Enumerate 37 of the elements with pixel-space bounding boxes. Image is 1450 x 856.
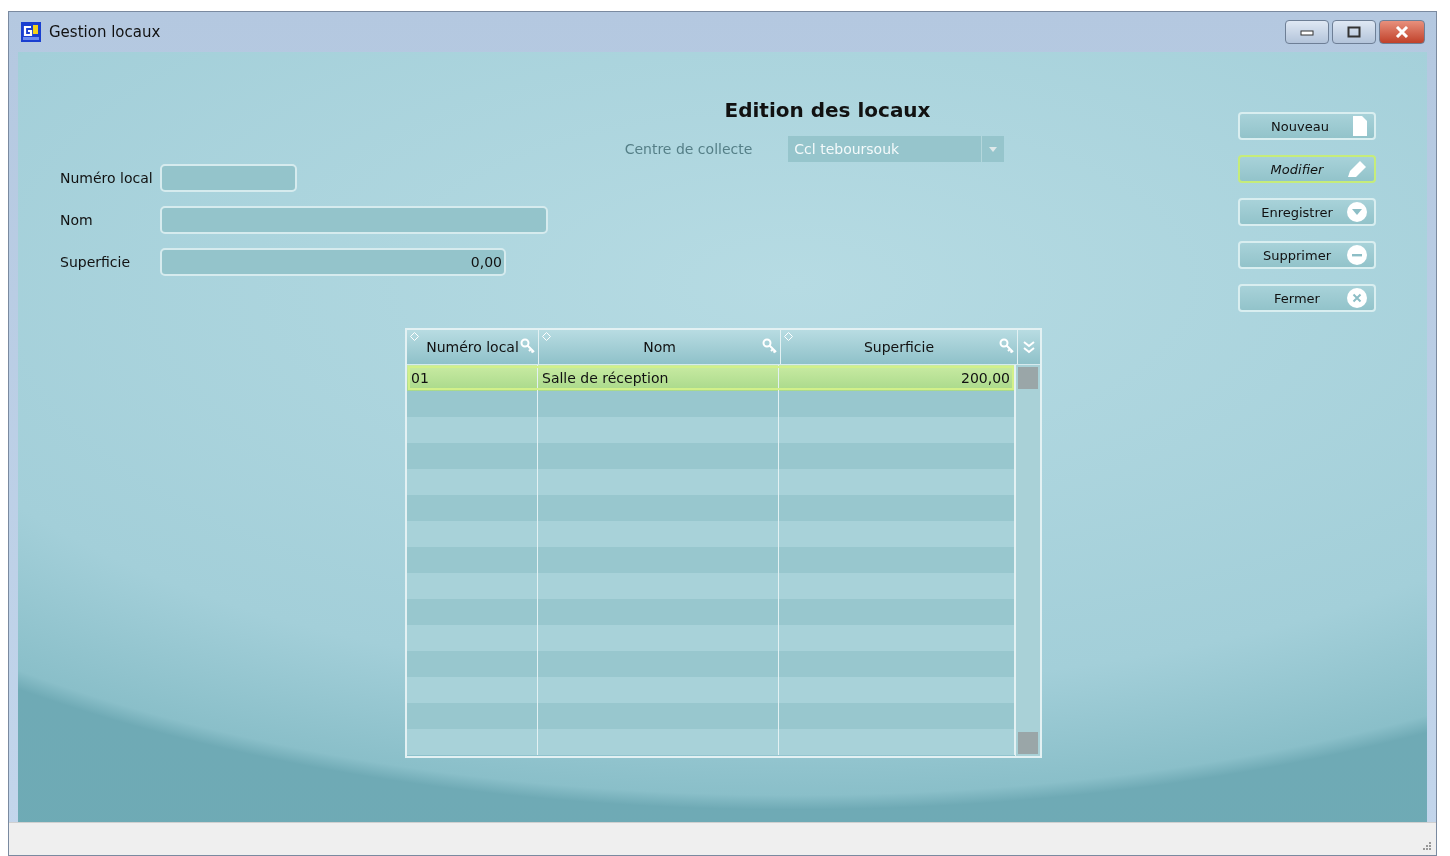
down-circle-icon [1346,201,1368,223]
diamond-icon [542,332,551,341]
close-icon [1394,26,1410,38]
double-chevron-icon [1023,340,1035,354]
key-icon [762,338,778,354]
diamond-icon [784,332,793,341]
action-button[interactable]: Modifier [1238,155,1376,183]
minus-circle-icon [1346,244,1368,266]
table-row[interactable]: 01 Salle de réception 200,00 [407,365,1015,391]
column-header[interactable]: Numéro local [407,330,539,364]
app-logo-icon [21,22,41,42]
action-button[interactable]: Enregistrer [1238,198,1376,226]
window-title: Gestion locaux [49,23,161,41]
action-button[interactable]: Nouveau [1238,112,1376,140]
column-header[interactable]: Superficie [781,330,1018,364]
input-field[interactable] [160,206,548,234]
maximize-icon [1347,26,1361,38]
form-heading: Edition des locaux [724,98,931,122]
pencil-icon [1346,159,1368,179]
action-button[interactable]: Supprimer [1238,241,1376,269]
close-button[interactable] [1379,20,1425,44]
field-label: Centre de collecte [624,141,753,157]
field-label: Nom [60,212,94,228]
diamond-icon [410,332,419,341]
input-field[interactable]: 0,00 [160,248,506,276]
minimize-icon [1300,28,1314,36]
field-label: Numéro local [60,170,154,186]
input-field[interactable] [160,164,297,192]
document-icon [1352,115,1368,137]
key-icon [999,338,1015,354]
action-button[interactable]: Fermer [1238,284,1376,312]
field-label: Superficie [60,254,132,270]
column-header[interactable]: Nom [539,330,781,364]
resize-grip-icon [1422,841,1432,851]
close-circle-icon [1346,287,1368,309]
key-icon [520,338,536,354]
maximize-button[interactable] [1332,20,1376,44]
